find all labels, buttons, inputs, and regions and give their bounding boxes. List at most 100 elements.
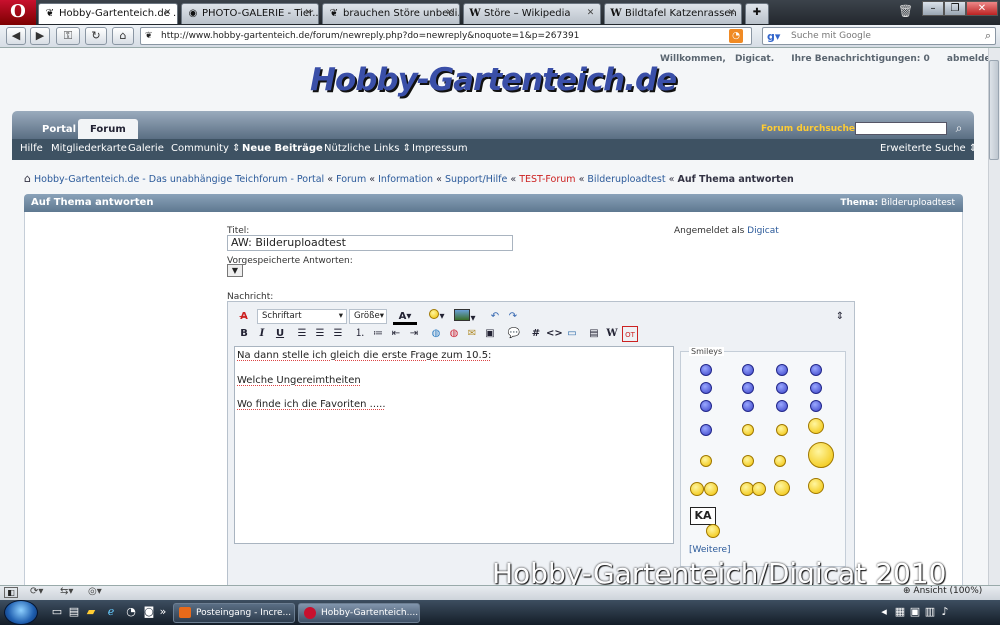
close-icon[interactable]: ✕ — [444, 8, 455, 19]
wand-button[interactable]: ⚿ — [56, 27, 80, 45]
unordered-list-icon[interactable]: ≔ — [370, 326, 386, 342]
remove-format-icon[interactable]: A̶ — [236, 309, 252, 325]
folder-icon[interactable]: ▰ — [84, 605, 98, 619]
preset-select[interactable]: ▼ — [227, 264, 243, 277]
smiley-icon[interactable] — [752, 482, 766, 496]
home-button[interactable]: ⌂ — [112, 27, 134, 45]
underline-icon[interactable]: U — [272, 326, 288, 342]
nav-impressum[interactable]: Impressum — [412, 143, 468, 154]
nav-mitgliederkarte[interactable]: Mitgliederkarte — [51, 143, 127, 154]
smiley-icon[interactable] — [742, 424, 754, 436]
remove-link-icon[interactable]: ◍ — [446, 326, 462, 342]
breadcrumb-support[interactable]: Support/Hilfe — [445, 174, 507, 185]
hash-icon[interactable]: # — [528, 326, 544, 342]
taskbar-item-mail[interactable]: Posteingang - Incre... — [173, 603, 295, 623]
message-textarea[interactable]: Na dann stelle ich gleich die erste Frag… — [234, 346, 674, 544]
insert-link-icon[interactable]: ◍ — [428, 326, 444, 342]
nav-neue-beitraege[interactable]: Neue Beiträge — [242, 143, 323, 154]
url-field[interactable]: ❦ http://www.hobby-gartenteich.de/forum/… — [140, 27, 752, 45]
smiley-icon[interactable] — [810, 382, 822, 394]
titel-input[interactable]: AW: Bilderuploadtest — [227, 235, 513, 251]
offtopic-icon[interactable]: OT — [622, 326, 638, 342]
tab-photo-galerie[interactable]: ◉ PHOTO-GALERIE - Tier... ✕ — [181, 3, 319, 24]
close-window-button[interactable]: ✕ — [966, 1, 998, 16]
breadcrumb-test-forum[interactable]: TEST-Forum — [519, 174, 575, 185]
smiley-icon[interactable] — [776, 424, 788, 436]
tray-arrow-icon[interactable]: ◂ — [877, 605, 891, 619]
nav-galerie[interactable]: Galerie — [128, 143, 164, 154]
volume-icon[interactable]: ♪ — [938, 605, 952, 619]
devil-smiley-icon[interactable] — [776, 400, 788, 412]
wikipedia-icon[interactable]: W — [604, 326, 620, 342]
forum-search-button[interactable]: ⌕ — [949, 120, 969, 137]
smiley-icon[interactable] — [706, 524, 720, 538]
media-icon[interactable]: ◔ — [124, 605, 138, 619]
panel-toggle-icon[interactable]: ◧ — [4, 587, 18, 598]
start-button[interactable] — [4, 600, 38, 625]
nav-community[interactable]: Community ⇕ — [171, 143, 240, 154]
internet-explorer-icon[interactable]: ℯ — [104, 605, 118, 619]
breadcrumb-forum[interactable]: Forum — [336, 174, 366, 185]
close-icon[interactable]: ✕ — [726, 8, 737, 19]
smiley-icon[interactable] — [776, 382, 788, 394]
php-icon[interactable]: ▭ — [564, 326, 580, 342]
turbo-icon[interactable]: ◎▾ — [88, 586, 102, 597]
app-icon[interactable]: ◙ — [142, 605, 156, 619]
smiley-icon[interactable] — [742, 382, 754, 394]
resize-icon[interactable]: ⇕ — [832, 309, 848, 325]
size-select[interactable]: Größe ▾ — [349, 309, 387, 324]
gallery-icon[interactable]: ▤ — [586, 326, 602, 342]
sync-icon[interactable]: ⟳▾ — [30, 586, 43, 597]
font-select[interactable]: Schriftart ▾ — [257, 309, 347, 324]
back-button[interactable]: ◀ — [6, 27, 26, 45]
tab-stoere-wikipedia[interactable]: W Störe – Wikipedia ✕ — [463, 3, 601, 24]
party-smiley-icon[interactable] — [808, 418, 824, 434]
align-left-icon[interactable]: ☰ — [294, 326, 310, 342]
smiley-icon[interactable] — [700, 364, 712, 376]
smiley-icon[interactable] — [776, 364, 788, 376]
thumbs-up-smiley-icon[interactable] — [808, 442, 834, 468]
smiley-icon[interactable] — [774, 480, 790, 496]
italic-icon[interactable]: I — [254, 326, 270, 342]
logged-in-user[interactable]: Digicat — [747, 226, 779, 236]
smiley-icon[interactable] — [810, 400, 822, 412]
notifications-link[interactable]: Ihre Benachrichtigungen: 0 — [791, 54, 929, 64]
explorer-icon[interactable]: ▤ — [67, 605, 81, 619]
smiley-menu-button[interactable]: ▾ — [426, 309, 448, 325]
smiley-icon[interactable] — [700, 455, 712, 467]
minimize-button[interactable]: – — [922, 1, 944, 16]
forward-button[interactable]: ▶ — [30, 27, 50, 45]
more-smilies-link[interactable]: [Weitere] — [689, 545, 731, 555]
trash-icon[interactable]: 🗑 — [898, 4, 913, 20]
taskbar-item-opera[interactable]: Hobby-Gartenteich.... — [298, 603, 420, 623]
nav-nuetzliche-links[interactable]: Nützliche Links ⇕ — [324, 143, 411, 154]
smiley-icon[interactable] — [742, 400, 754, 412]
code-icon[interactable]: <> — [546, 326, 563, 342]
forum-search-input[interactable] — [855, 122, 947, 135]
smiley-icon[interactable] — [742, 455, 754, 467]
smiley-icon[interactable] — [774, 455, 786, 467]
email-icon[interactable]: ✉ — [464, 326, 480, 342]
site-logo[interactable]: Hobby-Gartenteich.de — [310, 62, 677, 98]
tab-forum[interactable]: Forum — [78, 119, 138, 139]
overflow-icon[interactable]: » — [156, 605, 170, 619]
close-icon[interactable]: ✕ — [303, 8, 314, 19]
align-right-icon[interactable]: ☰ — [330, 326, 346, 342]
tray-app-icon[interactable]: ▣ — [908, 605, 922, 619]
insert-image-icon[interactable]: ▣ — [482, 326, 498, 342]
ka-sign-smiley[interactable]: KA — [690, 507, 716, 525]
align-center-icon[interactable]: ☰ — [312, 326, 328, 342]
rss-feed-icon[interactable]: ◔ — [729, 29, 743, 43]
smiley-icon[interactable] — [810, 364, 822, 376]
smiley-icon[interactable] — [690, 482, 704, 496]
tab-bildtafel-katzenrassen[interactable]: W Bildtafel Katzenrassen ... ✕ — [604, 3, 742, 24]
bold-icon[interactable]: B — [236, 326, 252, 342]
undo-icon[interactable]: ↶ — [487, 309, 503, 325]
zoom-control[interactable]: ⊕ Ansicht (100%) — [903, 586, 982, 596]
quote-icon[interactable]: 💬 — [506, 326, 522, 342]
tab-brauchen-stoere[interactable]: ❦ brauchen Störe unbedi... ✕ — [322, 3, 460, 24]
close-icon[interactable]: ✕ — [585, 8, 596, 19]
smiley-icon[interactable] — [808, 478, 824, 494]
tab-hobby-gartenteich[interactable]: ❦ Hobby-Gartenteich.de ... ✕ — [38, 3, 178, 24]
reload-button[interactable]: ↻ — [85, 27, 107, 45]
